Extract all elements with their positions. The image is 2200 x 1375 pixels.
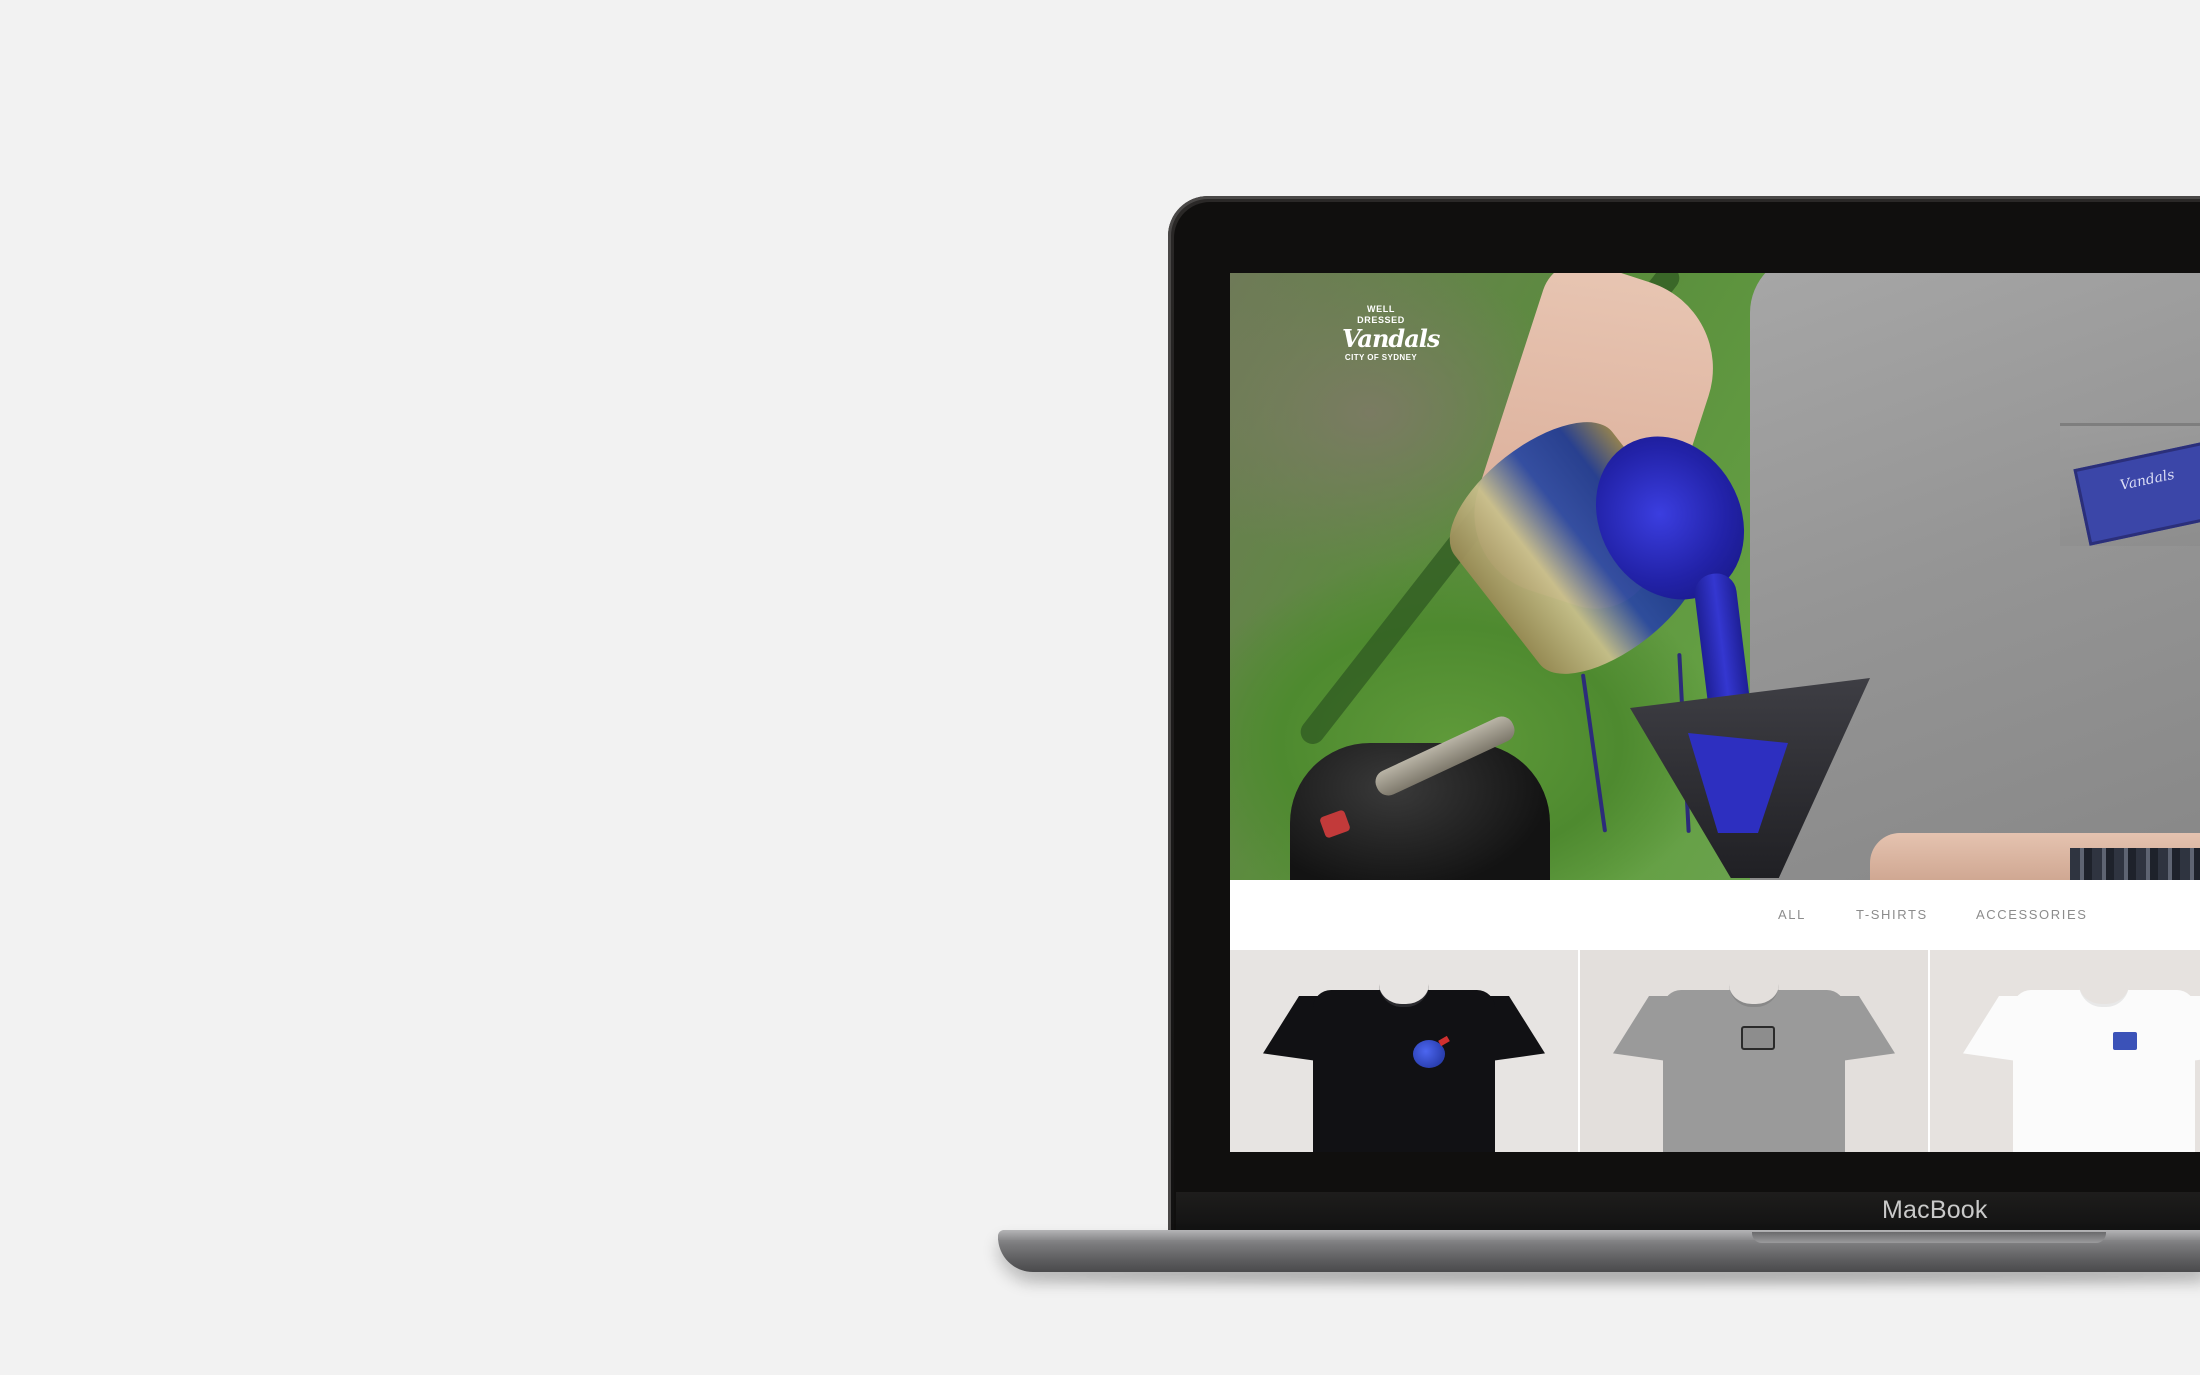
tshirt-body <box>1663 990 1845 1152</box>
hero-shirt-pocket: Vandals <box>2060 423 2200 546</box>
macbook-mockup: MacBook Vandals WELL DRESSED Vandals CIT… <box>0 0 2200 1375</box>
website-screen: Vandals WELL DRESSED Vandals CITY OF SYD… <box>1230 273 2200 1152</box>
pocket-logo-badge: Vandals <box>2073 440 2200 546</box>
paint-drip <box>1580 673 1608 833</box>
black-tshirt-icon <box>1263 984 1545 1152</box>
vandals-blue-print-icon <box>2113 1032 2137 1050</box>
laptop-opening-notch <box>1752 1232 2106 1243</box>
logo-top-text: WELL DRESSED <box>1357 304 1405 325</box>
hero-plaid-shorts <box>2070 848 2200 880</box>
macbook-brand-label: MacBook <box>1882 1196 1988 1224</box>
product-card-black-tee[interactable] <box>1230 950 1578 1152</box>
laptop-shadow <box>1020 1272 2200 1282</box>
white-tshirt-icon <box>1963 984 2200 1152</box>
site-logo[interactable]: WELL DRESSED Vandals CITY OF SYDNEY <box>1342 304 1440 370</box>
logo-bottom-text: CITY OF SYDNEY <box>1344 353 1418 362</box>
logo-main-text: Vandals <box>1342 324 1440 353</box>
hero-image: Vandals WELL DRESSED Vandals CITY OF SYD… <box>1230 273 2200 880</box>
product-card-grey-tee[interactable] <box>1580 950 1928 1152</box>
grey-tshirt-icon <box>1613 984 1895 1152</box>
category-filter-bar: ALL T-SHIRTS ACCESSORIES <box>1230 880 2200 950</box>
product-card-white-tee[interactable] <box>1930 950 2200 1152</box>
product-grid <box>1230 950 2200 1152</box>
tshirt-body <box>2013 990 2195 1152</box>
laptop-chin <box>1176 1192 2200 1232</box>
tshirt-body <box>1313 990 1495 1152</box>
filter-accessories[interactable]: ACCESSORIES <box>1976 907 2088 922</box>
filter-t-shirts[interactable]: T-SHIRTS <box>1856 907 1928 922</box>
filter-all[interactable]: ALL <box>1778 907 1806 922</box>
vandals-badge-print-icon <box>1741 1026 1775 1050</box>
